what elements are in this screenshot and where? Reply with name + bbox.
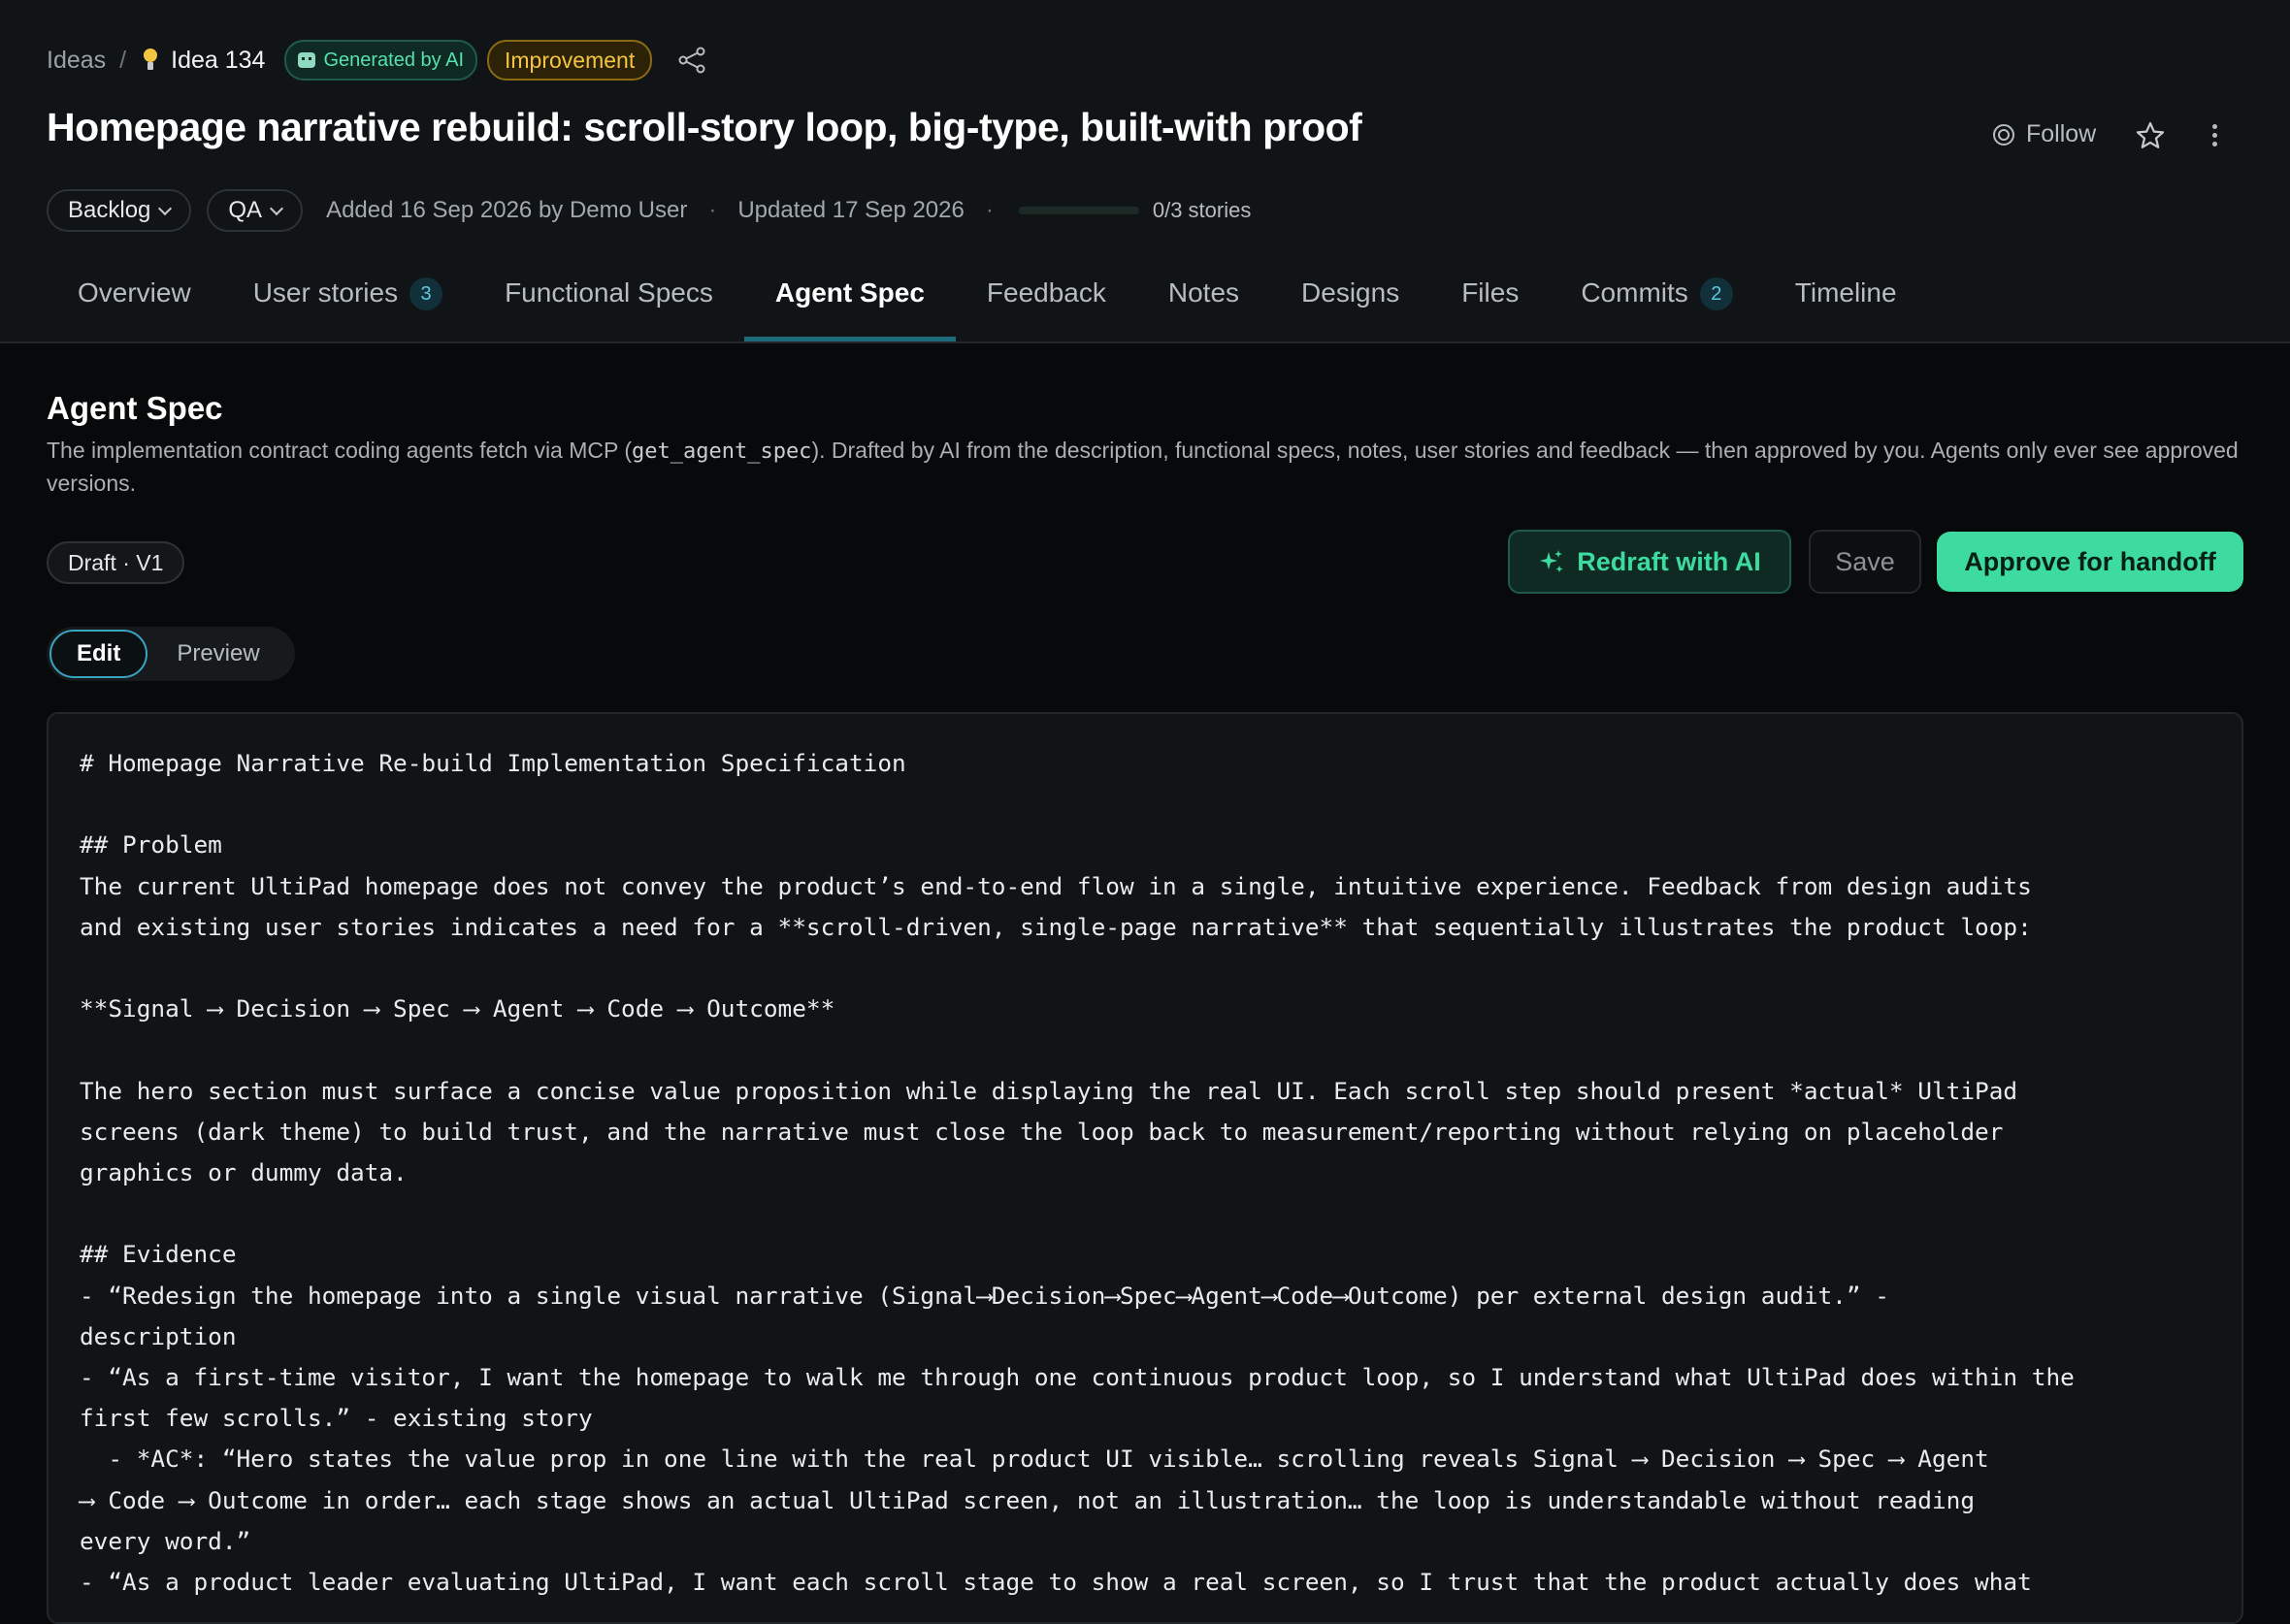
tab-label: Feedback xyxy=(986,277,1106,308)
breadcrumb: Ideas / Idea 134 Generated by AI Improve… xyxy=(47,40,706,81)
tab-notes[interactable]: Notes xyxy=(1137,258,1270,341)
updated-info: Updated 17 Sep 2026 xyxy=(737,197,965,223)
share-icon[interactable] xyxy=(677,46,706,75)
follow-button[interactable]: Follow xyxy=(1991,120,2096,148)
edit-mode-button[interactable]: Edit xyxy=(49,630,148,678)
stories-count: 0/3 stories xyxy=(1152,198,1252,222)
tab-label: Agent Spec xyxy=(774,277,925,308)
description-text: The implementation contract coding agent… xyxy=(47,438,632,463)
tab-commits[interactable]: Commits 2 xyxy=(1550,258,1763,341)
tab-user-stories[interactable]: User stories 3 xyxy=(222,258,474,341)
breadcrumb-current: Idea 134 xyxy=(171,46,266,74)
tab-files[interactable]: Files xyxy=(1430,258,1550,341)
tab-label: Commits xyxy=(1581,277,1688,308)
stage-dropdown[interactable]: QA xyxy=(207,189,304,232)
status-dropdown[interactable]: Backlog xyxy=(47,189,192,232)
spec-editor[interactable]: # Homepage Narrative Re-build Implementa… xyxy=(47,712,2243,1624)
edit-preview-toggle: Edit Preview xyxy=(47,627,295,681)
save-button[interactable]: Save xyxy=(1809,530,1921,594)
tab-label: Files xyxy=(1461,277,1520,308)
ai-badge-label: Generated by AI xyxy=(323,49,464,71)
chevron-down-icon xyxy=(270,201,284,215)
redraft-with-ai-button[interactable]: Redraft with AI xyxy=(1508,530,1791,594)
tab-label: Timeline xyxy=(1794,277,1897,308)
tab-timeline[interactable]: Timeline xyxy=(1764,258,1928,341)
tab-count-badge: 2 xyxy=(1699,277,1733,310)
section-description: The implementation contract coding agent… xyxy=(47,435,2243,499)
tab-label: Overview xyxy=(78,277,191,308)
page-title: Homepage narrative rebuild: scroll-story… xyxy=(47,105,1362,149)
sparkles-icon xyxy=(1540,550,1563,572)
stage-value: QA xyxy=(228,197,263,223)
status-value: Backlog xyxy=(68,197,151,223)
version-badge: Draft · V1 xyxy=(47,541,185,584)
follow-label: Follow xyxy=(2026,120,2097,147)
stories-progress-bar xyxy=(1018,207,1139,214)
mcp-tool-name: get_agent_spec xyxy=(632,439,812,464)
idea-meta-row: Backlog QA Added 16 Sep 2026 by Demo Use… xyxy=(47,189,1252,232)
lightbulb-icon xyxy=(140,47,161,74)
added-info: Added 16 Sep 2026 by Demo User xyxy=(326,197,688,223)
tab-bar: Overview User stories 3 Functional Specs Age… xyxy=(47,258,1928,341)
page-header: Ideas / Idea 134 Generated by AI Improve… xyxy=(0,0,2290,343)
star-icon[interactable] xyxy=(2135,120,2166,156)
tab-label: User stories xyxy=(252,277,399,308)
tab-functional-specs[interactable]: Functional Specs xyxy=(474,258,744,341)
tab-overview[interactable]: Overview xyxy=(47,258,222,341)
eye-icon xyxy=(1993,123,2014,146)
tab-designs[interactable]: Designs xyxy=(1270,258,1430,341)
preview-mode-button[interactable]: Preview xyxy=(147,640,259,667)
breadcrumb-separator: / xyxy=(119,46,127,74)
spec-editor-content[interactable]: # Homepage Narrative Re-build Implementa… xyxy=(49,714,2241,1603)
tab-count-badge: 3 xyxy=(409,277,443,310)
meta-separator: · xyxy=(708,197,717,223)
robot-icon xyxy=(298,52,316,68)
tab-agent-spec[interactable]: Agent Spec xyxy=(743,258,956,341)
tab-label: Functional Specs xyxy=(505,277,713,308)
more-options-icon[interactable] xyxy=(2208,120,2220,151)
type-badge[interactable]: Improvement xyxy=(487,40,653,81)
tab-feedback[interactable]: Feedback xyxy=(956,258,1137,341)
tab-label: Designs xyxy=(1301,277,1400,308)
tab-label: Notes xyxy=(1167,277,1240,308)
ai-generated-badge: Generated by AI xyxy=(284,40,477,81)
redraft-label: Redraft with AI xyxy=(1577,546,1761,576)
section-heading: Agent Spec xyxy=(47,390,223,426)
chevron-down-icon xyxy=(158,201,173,215)
meta-separator: · xyxy=(985,197,994,223)
approve-for-handoff-button[interactable]: Approve for handoff xyxy=(1937,532,2243,592)
breadcrumb-ideas-link[interactable]: Ideas xyxy=(47,47,106,75)
